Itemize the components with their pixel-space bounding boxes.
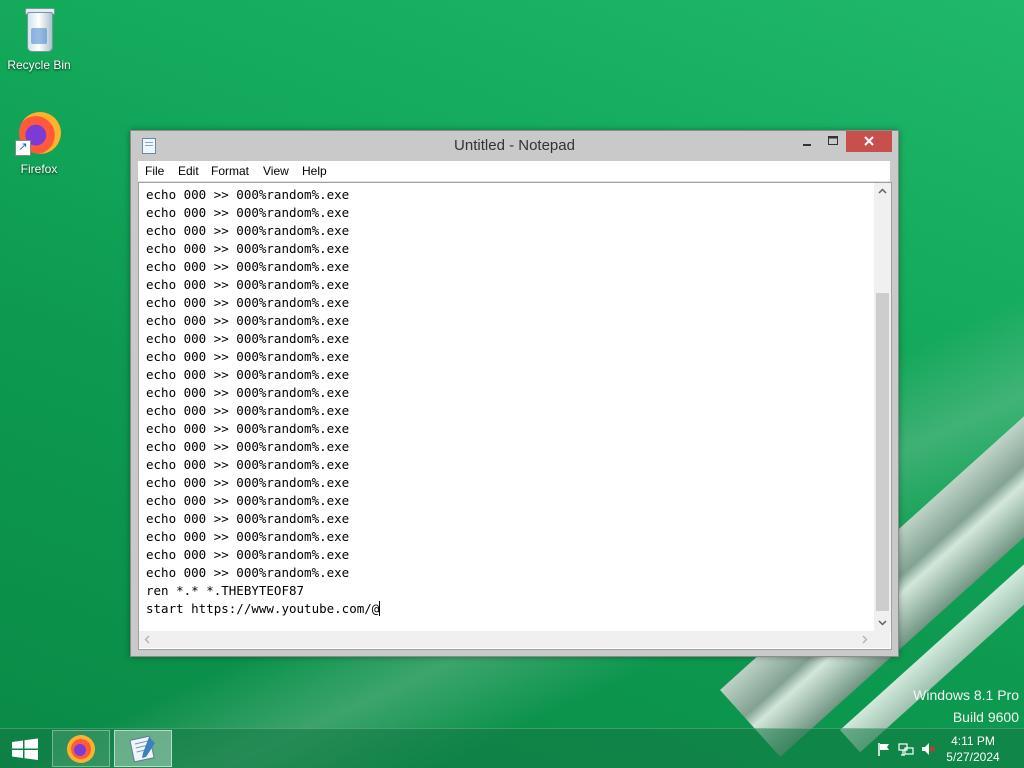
menu-format[interactable]: Format <box>205 161 255 181</box>
text-line: echo 000 >> 000%random%.exe <box>146 187 350 202</box>
menu-view[interactable]: View <box>257 161 295 181</box>
text-line-last: start https://www.youtube.com/@ <box>146 600 873 618</box>
chevron-left-icon <box>144 635 150 644</box>
title-bar[interactable]: Untitled - Notepad <box>131 131 898 161</box>
text-line: echo 000 >> 000%random%.exe <box>146 547 350 562</box>
text-line: echo 000 >> 000%random%.exe <box>146 421 350 436</box>
text-line: echo 000 >> 000%random%.exe <box>146 511 350 526</box>
volume-muted-icon[interactable] <box>920 741 936 757</box>
windows-logo-icon <box>12 738 38 760</box>
maximize-button[interactable] <box>820 131 846 152</box>
network-icon[interactable] <box>898 741 914 757</box>
text-line: echo 000 >> 000%random%.exe <box>146 367 350 382</box>
flag-icon[interactable] <box>876 741 892 757</box>
text-editor[interactable]: echo 000 >> 000%random%.exe echo 000 >> … <box>138 182 892 650</box>
clock-time: 4:11 PM <box>951 734 995 748</box>
chevron-right-icon <box>862 635 868 644</box>
chevron-up-icon <box>878 188 887 194</box>
text-line: echo 000 >> 000%random%.exe <box>146 529 350 544</box>
text-line: echo 000 >> 000%random%.exe <box>146 331 350 346</box>
taskbar-firefox-button[interactable] <box>52 730 110 767</box>
text-caret <box>379 601 381 616</box>
text-line: echo 000 >> 000%random%.exe <box>146 457 350 472</box>
text-line: echo 000 >> 000%random%.exe <box>146 277 350 292</box>
text-line: echo 000 >> 000%random%.exe <box>146 223 350 238</box>
text-line: echo 000 >> 000%random%.exe <box>146 565 350 580</box>
close-icon <box>864 136 874 146</box>
menu-edit[interactable]: Edit <box>172 161 205 181</box>
scroll-right-button[interactable] <box>856 631 873 648</box>
text-line: echo 000 >> 000%random%.exe <box>146 259 350 274</box>
firefox-icon <box>67 735 95 763</box>
window-title: Untitled - Notepad <box>454 137 575 154</box>
watermark-build: Build 9600 <box>952 709 1019 725</box>
text-line: echo 000 >> 000%random%.exe <box>146 349 350 364</box>
desktop: Recycle Bin ↗ Firefox Untitled - Notepad… <box>0 0 1024 768</box>
text-line: echo 000 >> 000%random%.exe <box>146 295 350 310</box>
chevron-down-icon <box>878 620 887 626</box>
text-line: echo 000 >> 000%random%.exe <box>146 241 350 256</box>
taskbar: 4:11 PM 5/27/2024 <box>0 728 1024 768</box>
scrollbar-corner <box>873 631 890 648</box>
text-line: echo 000 >> 000%random%.exe <box>146 493 350 508</box>
start-button[interactable] <box>0 729 50 768</box>
watermark-edition: Windows 8.1 Pro <box>913 687 1019 703</box>
maximize-icon <box>828 136 838 145</box>
text-line: echo 000 >> 000%random%.exe <box>146 205 350 220</box>
text-line: ren *.* *.THEBYTEOF87 <box>146 583 305 598</box>
text-line: echo 000 >> 000%random%.exe <box>146 403 350 418</box>
clock-date: 5/27/2024 <box>946 750 1000 764</box>
vertical-scrollbar[interactable] <box>874 183 891 631</box>
clock[interactable]: 4:11 PM 5/27/2024 <box>938 733 1008 765</box>
scroll-left-button[interactable] <box>139 631 156 648</box>
firefox-icon: ↗ <box>15 110 63 158</box>
desktop-icon-recycle-bin[interactable]: Recycle Bin <box>1 6 77 72</box>
close-button[interactable] <box>846 131 892 152</box>
minimize-icon <box>803 144 811 146</box>
notepad-icon <box>129 735 155 763</box>
os-watermark: Windows 8.1 Pro Build 9600 <box>913 684 1019 728</box>
notepad-window: Untitled - Notepad File Edit Format View… <box>130 130 899 657</box>
horizontal-scrollbar[interactable] <box>139 631 873 648</box>
vertical-scroll-thumb[interactable] <box>876 293 889 611</box>
scroll-up-button[interactable] <box>874 183 891 200</box>
minimize-button[interactable] <box>794 131 820 152</box>
desktop-icon-label: Firefox <box>20 162 58 176</box>
text-content[interactable]: echo 000 >> 000%random%.exe echo 000 >> … <box>139 183 873 631</box>
text-line: echo 000 >> 000%random%.exe <box>146 475 350 490</box>
scroll-down-button[interactable] <box>874 614 891 631</box>
system-tray: 4:11 PM 5/27/2024 <box>864 729 1024 768</box>
text-line: echo 000 >> 000%random%.exe <box>146 313 350 328</box>
desktop-icon-label: Recycle Bin <box>7 58 71 72</box>
menu-file[interactable]: File <box>139 161 170 181</box>
text-line-last-content: start https://www.youtube.com/@ <box>146 601 380 616</box>
desktop-icon-firefox[interactable]: ↗ Firefox <box>1 110 77 176</box>
menu-bar: File Edit Format View Help <box>138 161 890 182</box>
shortcut-arrow-icon: ↗ <box>15 140 31 156</box>
text-line: echo 000 >> 000%random%.exe <box>146 385 350 400</box>
recycle-bin-icon <box>15 6 63 54</box>
text-line: echo 000 >> 000%random%.exe <box>146 439 350 454</box>
menu-help[interactable]: Help <box>296 161 333 181</box>
taskbar-notepad-button[interactable] <box>114 730 172 767</box>
